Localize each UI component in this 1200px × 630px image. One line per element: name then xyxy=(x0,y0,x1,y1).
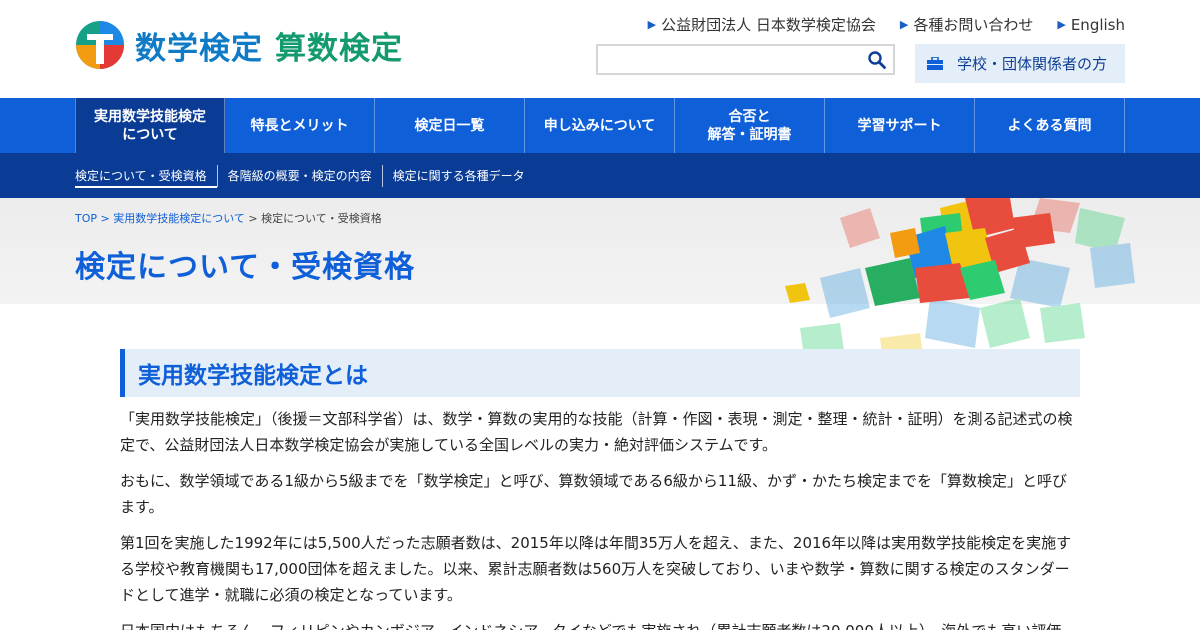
top-links: ▶ 公益財団法人 日本数学検定協会 ▶ 各種お問い合わせ ▶ English xyxy=(648,14,1125,35)
logo-text-arithmetic: 算数検定 xyxy=(275,30,403,67)
main-navigation: 実用数学技能検定 について 特長とメリット 検定日一覧 申し込みについて 合否と… xyxy=(0,98,1200,153)
search-icon[interactable] xyxy=(867,50,887,70)
logo-text-math: 数学検定 xyxy=(135,30,263,67)
school-button-label: 学校・団体関係者の方 xyxy=(957,55,1108,73)
toplink-label: 公益財団法人 日本数学検定協会 xyxy=(661,16,876,34)
subnav-item-levels[interactable]: 各階級の概要・検定の内容 xyxy=(216,164,382,187)
nav-item-application[interactable]: 申し込みについて xyxy=(525,98,675,153)
toplink-contact[interactable]: ▶ 各種お問い合わせ xyxy=(900,14,1033,35)
site-header: 数学検定 算数検定 ▶ 公益財団法人 日本数学検定協会 ▶ 各種お問い合わせ ▶ Eng… xyxy=(0,0,1200,98)
subnav-item-qualification[interactable]: 検定について・受検資格 xyxy=(75,164,217,188)
chevron-right-icon: ▶ xyxy=(647,18,657,31)
toplink-label: English xyxy=(1070,15,1125,34)
nav-item-schedule[interactable]: 検定日一覧 xyxy=(375,98,525,153)
section-body: 「実用数学技能検定」（後援＝文部科学省）は、数学・算数の実用的な技能（計算・作図… xyxy=(120,406,1080,630)
logo-mark-icon xyxy=(76,21,124,69)
logo-text: 数学検定 算数検定 xyxy=(135,23,403,68)
paragraph: おもに、数学領域である1級から5級までを「数学検定」と呼び、算数領域である6級か… xyxy=(120,472,1067,516)
breadcrumb: TOP > 実用数学技能検定について > 検定について・受検資格 xyxy=(75,210,382,226)
school-organization-button[interactable]: 学校・団体関係者の方 xyxy=(915,44,1125,83)
paragraph: 「実用数学技能検定」（後援＝文部科学省）は、数学・算数の実用的な技能（計算・作図… xyxy=(120,410,1073,454)
breadcrumb-top[interactable]: TOP xyxy=(75,212,97,225)
breadcrumb-parent[interactable]: > 実用数学技能検定について xyxy=(101,212,245,225)
nav-item-features[interactable]: 特長とメリット xyxy=(225,98,375,153)
chevron-right-icon: ▶ xyxy=(899,18,909,31)
chevron-right-icon: ▶ xyxy=(1057,18,1066,31)
breadcrumb-current: > 検定について・受検資格 xyxy=(248,212,382,225)
subnav-item-data[interactable]: 検定に関する各種データ xyxy=(381,164,535,187)
page-hero: TOP > 実用数学技能検定について > 検定について・受検資格 検定について・… xyxy=(0,198,1200,304)
search-box xyxy=(596,44,895,75)
paragraph: 第1回を実施した1992年には5,500人だった志願者数は、2015年以降は年間… xyxy=(120,534,1072,604)
page-title: 検定について・受検資格 xyxy=(75,250,416,285)
section-heading: 実用数学技能検定とは xyxy=(120,349,1080,397)
site-logo[interactable]: 数学検定 算数検定 xyxy=(75,20,403,70)
toplink-english[interactable]: ▶ English xyxy=(1057,14,1125,35)
search-input[interactable] xyxy=(598,46,858,73)
briefcase-icon xyxy=(927,57,943,70)
nav-item-faq[interactable]: よくある質問 xyxy=(975,98,1125,153)
nav-item-about[interactable]: 実用数学技能検定 について xyxy=(75,98,225,153)
toplink-label: 各種お問い合わせ xyxy=(913,16,1034,34)
paragraph: 日本国内はもちろん、フィリピンやカンボジア、インドネシア、タイなどでも実施され（… xyxy=(120,618,1080,630)
sub-navigation: 検定について・受検資格 各階級の概要・検定の内容 検定に関する各種データ xyxy=(0,153,1200,198)
nav-item-results[interactable]: 合否と 解答・証明書 xyxy=(675,98,825,153)
nav-item-study-support[interactable]: 学習サポート xyxy=(825,98,975,153)
toplink-association[interactable]: ▶ 公益財団法人 日本数学検定協会 xyxy=(648,14,876,35)
